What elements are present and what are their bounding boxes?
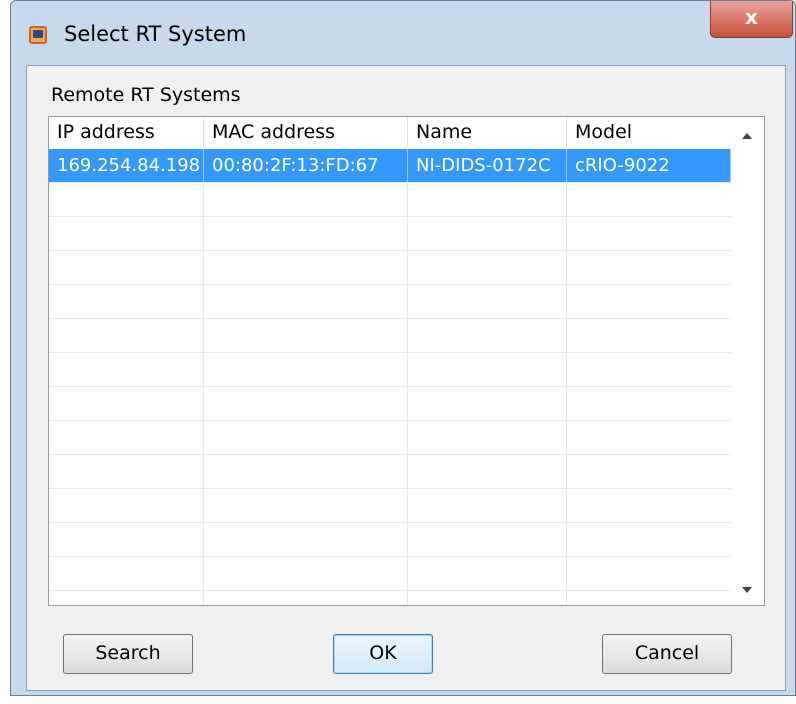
title-bar[interactable]: Select RT System x (11, 1, 795, 65)
table-cell (408, 217, 567, 250)
table-cell (408, 353, 567, 386)
table-cell (49, 455, 204, 488)
table-cell (49, 217, 204, 250)
table-cell (204, 455, 408, 488)
table-cell: cRIO-9022 (567, 149, 731, 182)
table-cell (408, 319, 567, 352)
table-cell: NI-DIDS-0172C (408, 149, 567, 182)
empty-row[interactable] (49, 285, 731, 319)
arrow-up-icon[interactable] (742, 133, 752, 139)
table-cell (567, 387, 731, 420)
table-cell (204, 591, 408, 605)
table-body: 169.254.84.198 00:80:2F:13:FD:67 NI-DIDS-0… (49, 149, 731, 605)
table-row[interactable]: 169.254.84.198 00:80:2F:13:FD:67 NI-DIDS-0… (49, 149, 731, 183)
table-cell (567, 455, 731, 488)
table-cell (204, 285, 408, 318)
table-cell (204, 251, 408, 284)
arrow-down-icon[interactable] (742, 587, 752, 593)
table-cell (567, 421, 731, 454)
column-header-model[interactable]: Model (567, 117, 731, 147)
table-cell (408, 489, 567, 522)
empty-row[interactable] (49, 353, 731, 387)
table-cell (204, 489, 408, 522)
table-cell: 00:80:2F:13:FD:67 (204, 149, 408, 182)
table-cell (567, 523, 731, 556)
column-header-ip[interactable]: IP address (49, 117, 204, 147)
table-cell (408, 455, 567, 488)
table-cell (567, 217, 731, 250)
group-label: Remote RT Systems (51, 84, 241, 106)
empty-row[interactable] (49, 591, 731, 605)
window-title: Select RT System (64, 22, 247, 46)
table-cell (204, 557, 408, 590)
table-cell (49, 183, 204, 216)
table-cell (204, 421, 408, 454)
table-cell (567, 183, 731, 216)
table-cell (567, 319, 731, 352)
table-cell (49, 421, 204, 454)
table-cell (408, 523, 567, 556)
empty-row[interactable] (49, 217, 731, 251)
table-cell (49, 489, 204, 522)
close-icon: x (745, 5, 758, 29)
empty-row[interactable] (49, 319, 731, 353)
empty-row[interactable] (49, 455, 731, 489)
cancel-button[interactable]: Cancel (602, 634, 732, 674)
table-cell (49, 285, 204, 318)
table-cell (204, 523, 408, 556)
table-cell (49, 251, 204, 284)
table-cell (49, 319, 204, 352)
empty-row[interactable] (49, 183, 731, 217)
table-cell (204, 217, 408, 250)
table-cell (49, 557, 204, 590)
table-cell (204, 319, 408, 352)
app-icon (29, 26, 47, 44)
table-cell (408, 183, 567, 216)
search-button[interactable]: Search (63, 634, 193, 674)
empty-row[interactable] (49, 421, 731, 455)
table-header: IP address MAC address Name Model (49, 117, 731, 147)
empty-row[interactable] (49, 251, 731, 285)
empty-row[interactable] (49, 489, 731, 523)
table-cell (49, 353, 204, 386)
table-cell (204, 353, 408, 386)
empty-row[interactable] (49, 387, 731, 421)
table-cell (567, 353, 731, 386)
table-cell (408, 421, 567, 454)
table-cell (567, 557, 731, 590)
table-cell (567, 591, 731, 605)
vertical-scrollbar[interactable] (731, 117, 764, 605)
table-cell (408, 285, 567, 318)
table-cell (408, 557, 567, 590)
table-cell (204, 387, 408, 420)
empty-row[interactable] (49, 557, 731, 591)
table-cell (567, 285, 731, 318)
column-header-name[interactable]: Name (408, 117, 567, 147)
table-cell (408, 591, 567, 605)
table-cell (204, 183, 408, 216)
table-cell (408, 251, 567, 284)
table-cell (49, 523, 204, 556)
table-cell (49, 591, 204, 605)
table-cell: 169.254.84.198 (49, 149, 204, 182)
empty-row[interactable] (49, 523, 731, 557)
table-cell (567, 251, 731, 284)
table-cell (408, 387, 567, 420)
systems-table[interactable]: IP address MAC address Name Model 169.25… (48, 116, 765, 606)
table-cell (49, 387, 204, 420)
column-header-mac[interactable]: MAC address (204, 117, 408, 147)
ok-button[interactable]: OK (333, 634, 433, 674)
dialog-window: Select RT System x Remote RT Systems IP … (10, 0, 796, 696)
dialog-client-area: Remote RT Systems IP address MAC address… (26, 65, 786, 691)
close-button[interactable]: x (710, 1, 793, 38)
table-cell (567, 489, 731, 522)
